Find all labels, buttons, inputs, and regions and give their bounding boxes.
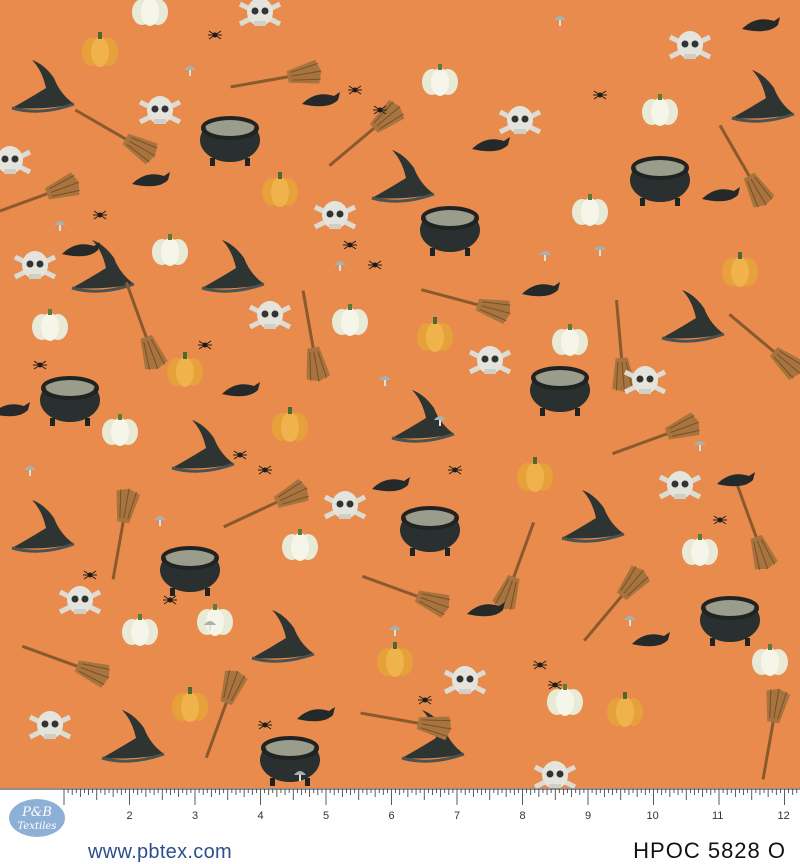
ruler-label: 6: [388, 810, 395, 822]
ruler-label: 3: [192, 810, 199, 822]
ruler-label: 11: [712, 810, 724, 822]
logo-line1: P&B: [21, 805, 52, 820]
ruler: [0, 788, 800, 805]
fabric-swatch: [0, 0, 800, 788]
ruler-label: 7: [454, 810, 461, 822]
pb-textiles-logo: P&B Textiles: [9, 799, 65, 837]
ruler-label: 9: [585, 810, 592, 822]
ruler-label: 4: [257, 810, 264, 822]
ruler-label: 12: [777, 810, 790, 822]
logo-line2: Textiles: [18, 821, 57, 832]
ruler-label: 5: [323, 810, 330, 822]
ruler-label: 10: [646, 810, 659, 822]
ruler-label: 2: [126, 810, 133, 822]
ruler-strip: P&B Textiles www.pbtex.com HPOC 5828 O 2…: [0, 788, 800, 864]
product-code: HPOC 5828 O: [633, 838, 786, 863]
ruler-label: 8: [519, 810, 526, 822]
website-url: www.pbtex.com: [88, 841, 232, 863]
